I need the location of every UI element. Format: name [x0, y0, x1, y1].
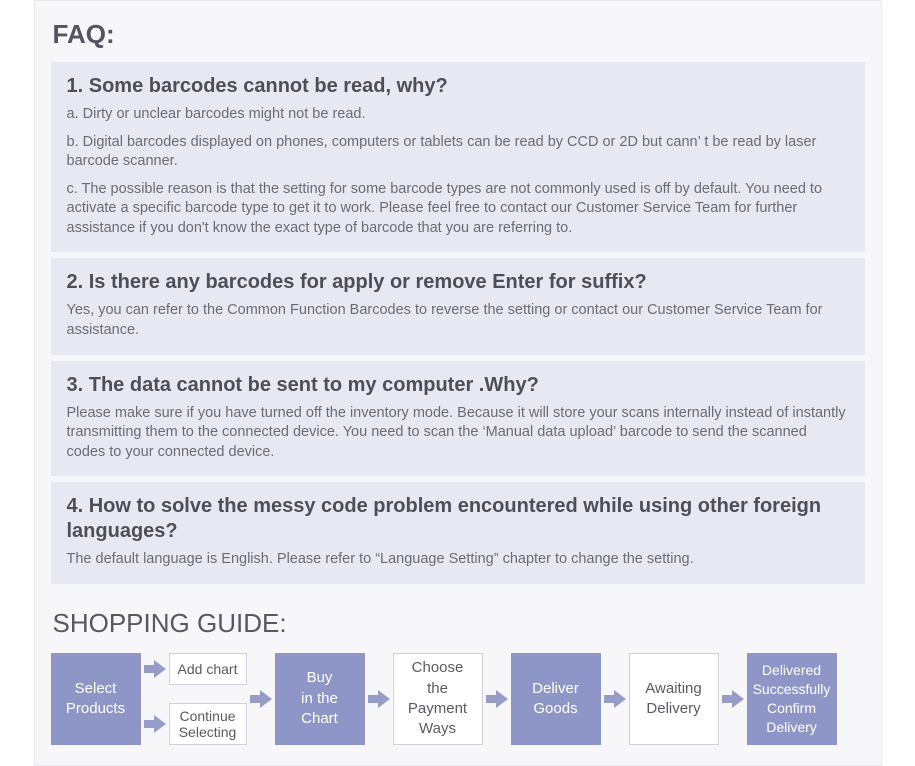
arrow-right-icon [250, 690, 272, 708]
step-add-chart: Add chart [169, 653, 247, 685]
faq-question: 4. How to solve the messy code problem e… [67, 494, 849, 544]
step-delivered-confirm: Delivered Successfully Confirm Delivery [747, 653, 837, 745]
faq-item-1: 1. Some barcodes cannot be read, why? a.… [51, 62, 865, 252]
step-label: Delivery [646, 699, 700, 719]
faq-answer: Please make sure if you have turned off … [67, 404, 849, 463]
step-label: Continue [179, 708, 235, 724]
faq-answer: c. The possible reason is that the setti… [67, 180, 849, 239]
step-label: Delivery [766, 718, 817, 737]
faq-answer: Yes, you can refer to the Common Functio… [67, 301, 849, 340]
page: FAQ: 1. Some barcodes cannot be read, wh… [34, 0, 882, 766]
shopping-guide-title: SHOPPING GUIDE: [53, 608, 865, 639]
step-choose-payment: Choose the Payment Ways [393, 653, 483, 745]
step-label: Ways [419, 719, 456, 739]
faq-answer: a. Dirty or unclear barcodes might not b… [67, 105, 849, 125]
step-select-products: Select Products [51, 653, 141, 745]
faq-item-3: 3. The data cannot be sent to my compute… [51, 361, 865, 477]
step-continue-selecting: Continue Selecting [169, 703, 247, 745]
step-label: Confirm [767, 699, 816, 718]
step-label: Choose the [400, 658, 476, 699]
step-label: Delivered [762, 661, 821, 680]
faq-question: 2. Is there any barcodes for apply or re… [67, 270, 849, 295]
step-label: Awaiting [645, 679, 701, 699]
step-awaiting-delivery: Awaiting Delivery [629, 653, 719, 745]
faq-question: 1. Some barcodes cannot be read, why? [67, 74, 849, 99]
step-label: Payment [408, 699, 467, 719]
step-label: Selecting [179, 724, 237, 740]
step-label: in the [301, 689, 338, 709]
faq-title: FAQ: [53, 19, 865, 50]
step-deliver-goods: Deliver Goods [511, 653, 601, 745]
faq-question: 3. The data cannot be sent to my compute… [67, 373, 849, 398]
step-label: Add chart [178, 661, 238, 677]
arrow-right-icon [144, 660, 166, 678]
shopping-guide-flow: Select Products Add chart Continue Selec… [51, 653, 865, 745]
arrow-right-icon [486, 690, 508, 708]
faq-answer: b. Digital barcodes displayed on phones,… [67, 133, 849, 172]
arrow-right-icon [722, 690, 744, 708]
faq-item-2: 2. Is there any barcodes for apply or re… [51, 258, 865, 354]
step-label: Successfully [753, 680, 831, 699]
arrow-right-icon [368, 690, 390, 708]
step-label: Select Products [57, 679, 135, 720]
faq-item-4: 4. How to solve the messy code problem e… [51, 482, 865, 584]
step-buy-in-chart: Buy in the Chart [275, 653, 365, 745]
step-label: Goods [533, 699, 577, 719]
arrow-right-icon [144, 715, 166, 733]
arrow-right-icon [604, 690, 626, 708]
step-split: Add chart Continue Selecting [141, 653, 247, 745]
faq-answer: The default language is English. Please … [67, 550, 849, 570]
step-label: Chart [301, 709, 338, 729]
step-label: Deliver [532, 679, 579, 699]
step-label: Buy [307, 668, 333, 688]
